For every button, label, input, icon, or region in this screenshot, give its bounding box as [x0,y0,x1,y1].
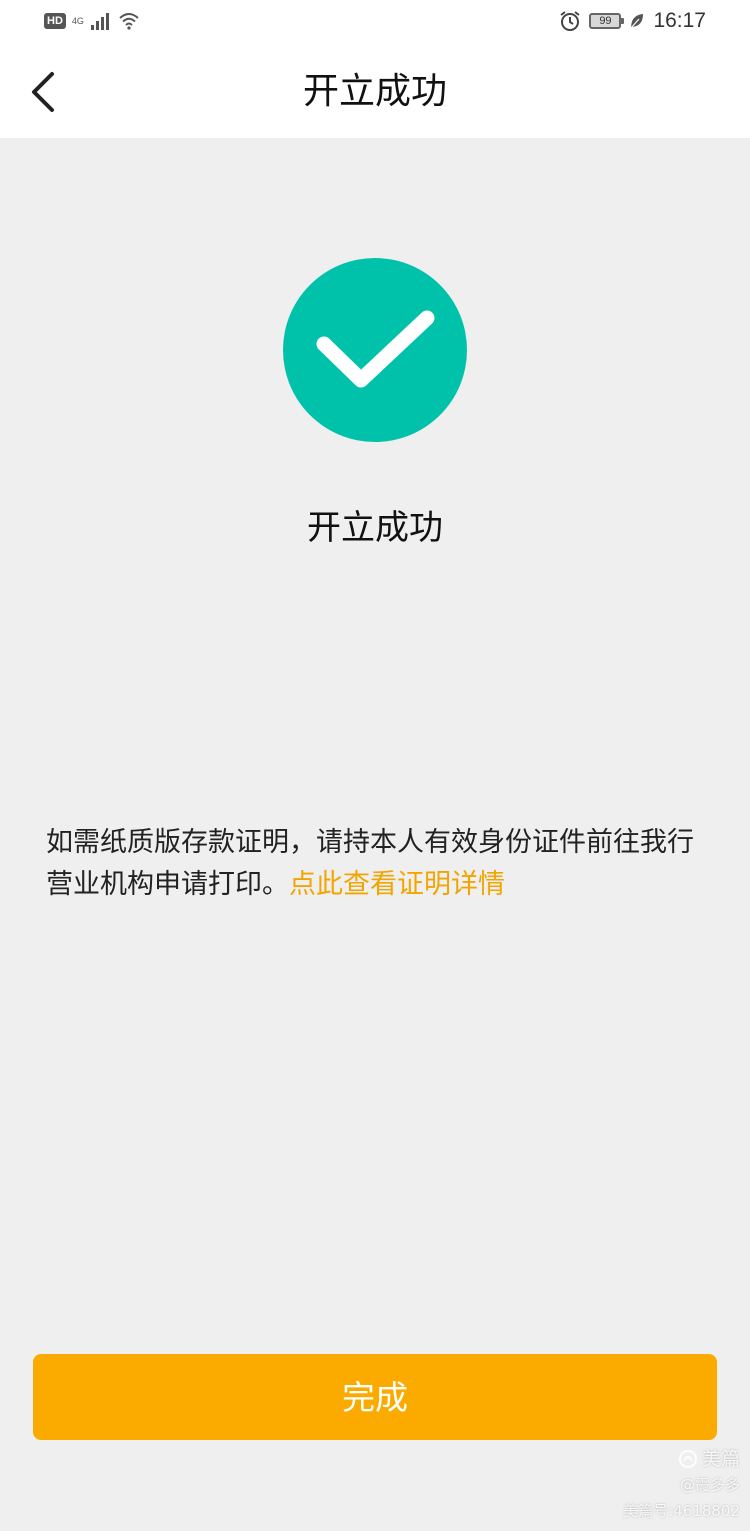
check-circle-icon [283,258,467,442]
page-title: 开立成功 [302,71,447,112]
meipian-logo-icon [678,1450,697,1468]
watermark: 美篇 @霞多多 美篇号:4618802 [623,1446,740,1524]
clock: 16:17 [653,9,706,32]
wifi-icon [119,13,139,30]
leaf-icon [630,14,644,29]
watermark-id: 美篇号:4618802 [623,1502,740,1520]
done-button[interactable]: 完成 [33,1354,717,1440]
status-right: 99 16:17 [559,9,706,33]
info-note: 如需纸质版存款证明，请持本人有效身份证件前往我行营业机构申请打印。点此查看证明详… [46,822,706,906]
network-type: 4G [71,15,84,26]
status-left: HD 4G [44,11,140,31]
certificate-details-link[interactable]: 点此查看证明详情 [289,869,505,900]
watermark-brand: 美篇 [701,1448,740,1470]
watermark-brand-row: 美篇 [623,1446,740,1472]
alarm-icon [560,11,581,31]
battery-indicator: 99 [589,13,625,29]
watermark-author: @霞多多 [679,1476,740,1494]
hd-badge: HD [44,13,66,29]
signal-icon [90,13,109,30]
result-title: 开立成功 [307,508,443,548]
nav-header: 开立成功 [0,46,750,138]
status-bar: HD 4G 99 16:17 [0,0,750,46]
